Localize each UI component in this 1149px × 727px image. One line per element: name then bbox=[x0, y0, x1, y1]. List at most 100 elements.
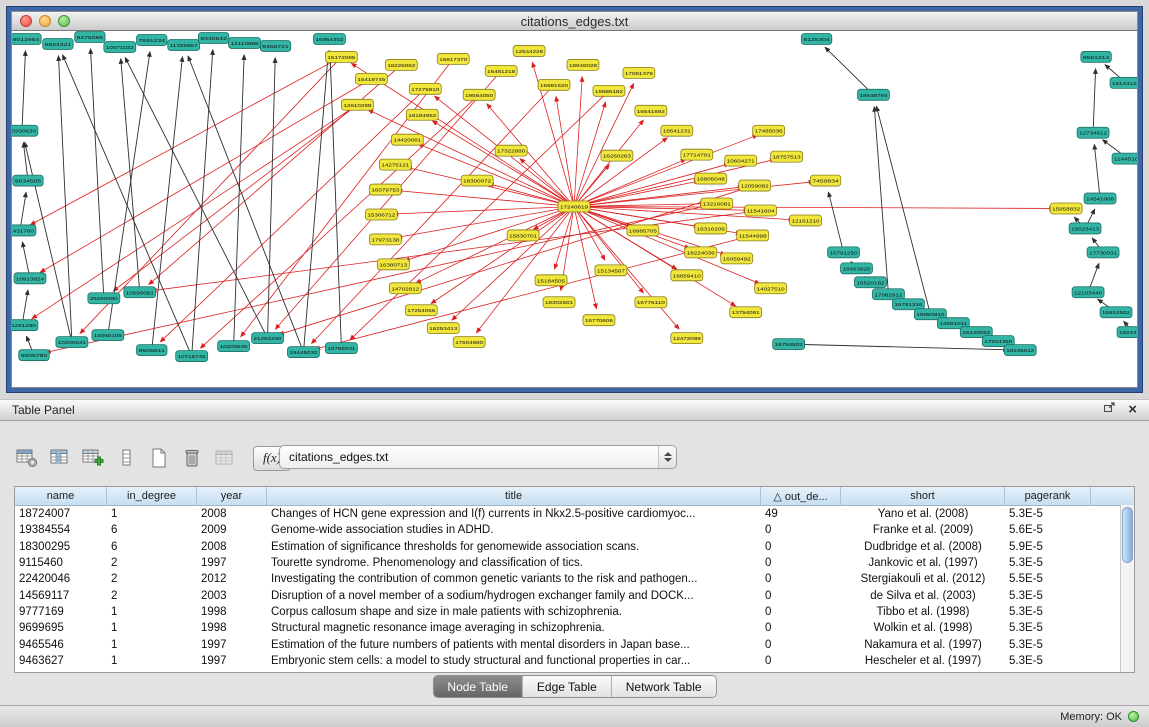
graph-node[interactable]: 17504980 bbox=[453, 337, 485, 348]
graph-node[interactable]: 9605790 bbox=[19, 350, 49, 361]
graph-node[interactable]: 15830701 bbox=[507, 230, 539, 241]
graph-node[interactable]: 15172085 bbox=[325, 51, 357, 62]
column-header-pagerank[interactable]: pagerank bbox=[1005, 487, 1091, 505]
graph-node[interactable]: 9012954 bbox=[12, 33, 41, 44]
table-row[interactable]: 1872400712008Changes of HCN gene express… bbox=[15, 506, 1134, 522]
graph-node[interactable]: 16059492 bbox=[721, 253, 753, 264]
table-source-combobox[interactable]: citations_edges.txt bbox=[279, 445, 677, 469]
graph-node[interactable]: 10755031 bbox=[325, 343, 357, 354]
graph-node[interactable]: 9456721 bbox=[260, 40, 290, 51]
graph-node[interactable]: 12161210 bbox=[790, 215, 822, 226]
graph-node[interactable]: 16023413 bbox=[1069, 223, 1101, 234]
table-row[interactable]: 946554611997Estimation of the future num… bbox=[15, 636, 1134, 652]
graph-node[interactable]: 16079753 bbox=[369, 184, 401, 195]
edit-table-icon[interactable] bbox=[80, 445, 106, 471]
graph-node[interactable]: 17714701 bbox=[681, 149, 713, 160]
graph-node[interactable]: 16541692 bbox=[635, 105, 667, 116]
graph-node[interactable]: 18946028 bbox=[567, 59, 599, 70]
graph-node[interactable]: 9505811 bbox=[137, 345, 167, 356]
graph-node[interactable]: 9275086 bbox=[75, 31, 105, 42]
graph-node[interactable]: 10913824 bbox=[14, 273, 46, 284]
graph-node[interactable]: 19564050 bbox=[463, 89, 495, 100]
graph-node[interactable]: 16776110 bbox=[635, 297, 667, 308]
graph-node[interactable]: 8824321 bbox=[43, 38, 73, 49]
graph-node[interactable]: 15144120 bbox=[1110, 77, 1137, 88]
column-header-in_degree[interactable]: in_degree bbox=[107, 487, 197, 505]
graph-node[interactable]: 14420081 bbox=[391, 134, 423, 145]
graph-node[interactable]: 11261290 bbox=[12, 320, 38, 331]
network-canvas[interactable]: 9012954882432192750861007103276912341132… bbox=[11, 31, 1138, 388]
table-row[interactable]: 1456911722003Disruption of a novel membe… bbox=[15, 587, 1134, 603]
graph-node[interactable]: 10200631 bbox=[56, 337, 88, 348]
graph-node[interactable]: 18648794 bbox=[857, 89, 889, 100]
graph-node[interactable]: 10200630 bbox=[12, 125, 38, 136]
graph-node[interactable]: 17082912 bbox=[872, 289, 904, 300]
graph-node[interactable]: 13754091 bbox=[730, 307, 762, 318]
close-button[interactable] bbox=[20, 15, 32, 27]
graph-node[interactable]: 18463920 bbox=[841, 263, 873, 274]
graph-node[interactable]: 9634505 bbox=[13, 175, 43, 186]
graph-node[interactable]: 14541008 bbox=[1084, 193, 1116, 204]
merge-table-icon[interactable] bbox=[212, 445, 238, 471]
graph-node[interactable]: 14275121 bbox=[379, 159, 411, 170]
select-columns-icon[interactable] bbox=[47, 445, 73, 471]
graph-node[interactable]: 12610298 bbox=[341, 99, 373, 110]
graph-node[interactable]: 12734612 bbox=[1077, 127, 1109, 138]
graph-node[interactable]: 17973138 bbox=[369, 234, 401, 245]
zoom-button[interactable] bbox=[58, 15, 70, 27]
graph-node[interactable]: 16253413 bbox=[427, 323, 459, 334]
graph-node[interactable]: 18541231 bbox=[661, 125, 693, 136]
graph-node[interactable]: 12472098 bbox=[671, 333, 703, 344]
graph-node[interactable]: 15184505 bbox=[535, 275, 567, 286]
graph-node[interactable]: 14027510 bbox=[755, 283, 787, 294]
delete-table-icon[interactable] bbox=[179, 445, 205, 471]
graph-node[interactable]: 11541604 bbox=[745, 205, 777, 216]
graph-node[interactable]: 15060105 bbox=[92, 330, 124, 341]
graph-node[interactable]: 16770606 bbox=[583, 315, 615, 326]
graph-node[interactable]: 17730031 bbox=[1087, 247, 1119, 258]
graph-node[interactable]: 10590091 bbox=[124, 287, 156, 298]
graph-node[interactable]: 16418745 bbox=[355, 73, 387, 84]
graph-node[interactable]: 10200635 bbox=[218, 341, 250, 352]
graph-node[interactable]: 15817370 bbox=[437, 53, 469, 64]
graph-node[interactable]: 17322880 bbox=[495, 145, 527, 156]
table-row[interactable]: 977716911998Corpus callosum shape and si… bbox=[15, 604, 1134, 620]
graph-node[interactable]: 16481218 bbox=[485, 65, 517, 76]
network-graph[interactable]: 9012954882432192750861007103276912341132… bbox=[12, 31, 1137, 387]
graph-node[interactable]: 16316209 bbox=[695, 223, 727, 234]
graph-node[interactable]: 18300072 bbox=[461, 175, 493, 186]
table-settings-icon[interactable] bbox=[14, 445, 40, 471]
graph-node[interactable]: 11431760 bbox=[12, 225, 36, 236]
graph-node[interactable]: 18757513 bbox=[771, 151, 803, 162]
graph-node[interactable]: 21262290 bbox=[252, 333, 284, 344]
graph-node[interactable]: 15134567 bbox=[595, 265, 627, 276]
tab-network-table[interactable]: Network Table bbox=[612, 676, 716, 697]
table-scrollbar-thumb[interactable] bbox=[1122, 507, 1133, 563]
table-row[interactable]: 1830029562008Estimation of significance … bbox=[15, 539, 1134, 555]
graph-node[interactable]: 8125304 bbox=[801, 33, 831, 44]
graph-node[interactable]: 18985705 bbox=[627, 225, 659, 236]
column-header-title[interactable]: title bbox=[267, 487, 761, 505]
graph-node[interactable]: 18224036 bbox=[685, 247, 717, 258]
tab-node-table[interactable]: Node Table bbox=[433, 676, 523, 697]
float-panel-icon[interactable] bbox=[1103, 401, 1116, 419]
graph-node[interactable]: 16794502 bbox=[773, 339, 805, 350]
graph-node[interactable]: 18226062 bbox=[385, 59, 417, 70]
graph-node[interactable]: 17254066 bbox=[405, 305, 437, 316]
table-row[interactable]: 946362711997Embryonic stem cells: a mode… bbox=[15, 653, 1134, 669]
column-icon[interactable] bbox=[113, 445, 139, 471]
graph-node[interactable]: 12110986 bbox=[229, 37, 261, 48]
graph-node[interactable]: 16805048 bbox=[695, 173, 727, 184]
graph-node[interactable]: 17081378 bbox=[623, 67, 655, 78]
graph-node[interactable]: 10071032 bbox=[104, 41, 136, 52]
column-header-year[interactable]: year bbox=[197, 487, 267, 505]
graph-node[interactable]: 16380713 bbox=[377, 259, 409, 270]
graph-node[interactable]: 7691234 bbox=[137, 34, 167, 45]
tab-edge-table[interactable]: Edge Table bbox=[523, 676, 612, 697]
graph-node[interactable]: 15924502 bbox=[1100, 307, 1132, 318]
graph-node[interactable]: 16520182 bbox=[855, 277, 887, 288]
graph-node[interactable]: 19245012 bbox=[1004, 345, 1036, 356]
graph-node[interactable]: 12059082 bbox=[739, 180, 771, 191]
graph-node[interactable]: 15586182 bbox=[593, 85, 625, 96]
graph-node[interactable]: 17275810 bbox=[409, 83, 441, 94]
